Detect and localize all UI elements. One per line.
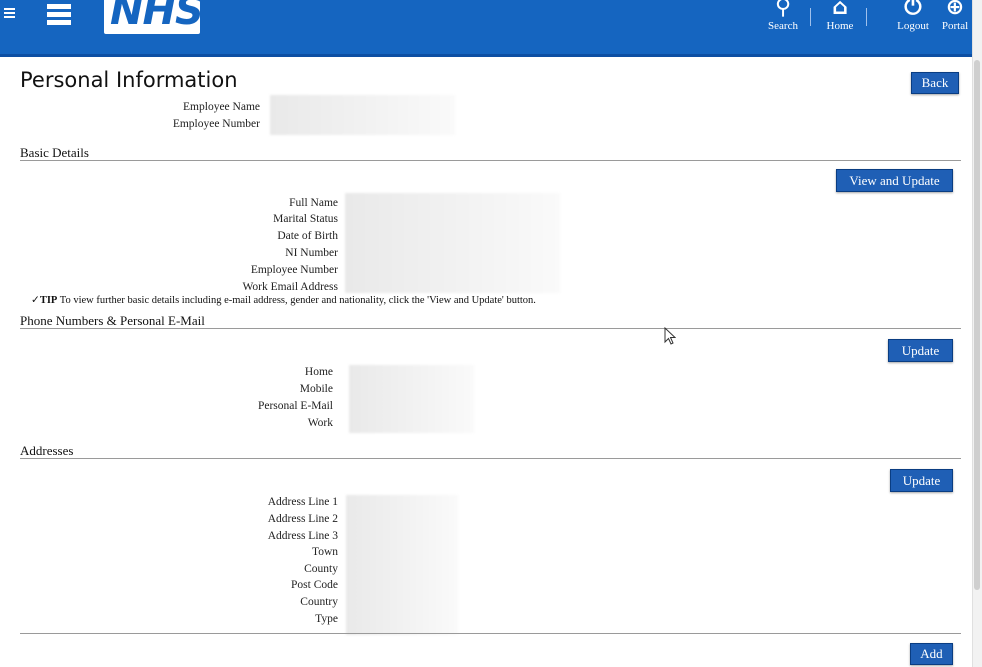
field-label-full-name: Full Name	[289, 197, 338, 209]
portal-label: Portal	[941, 20, 969, 32]
field-label-personal-email: Personal E-Mail	[257, 400, 333, 412]
section-divider	[20, 633, 961, 634]
tip-message: To view further basic details including …	[57, 295, 536, 306]
field-label-date-of-birth: Date of Birth	[277, 230, 338, 242]
home-label: Home	[826, 20, 854, 32]
tip-label: TIP	[39, 295, 58, 306]
redacted-employee-info	[270, 95, 455, 135]
search-label: Search	[768, 20, 798, 32]
search-button[interactable]: ⚲ Search	[763, 0, 803, 40]
nhs-logo[interactable]: NHS	[104, 0, 200, 34]
field-label-address-line-2: Address Line 2	[267, 513, 338, 525]
globe-icon: ⊕	[945, 0, 965, 20]
field-label-employee-number: Employee Number	[250, 264, 338, 276]
field-label-home-phone: Home	[304, 366, 333, 378]
home-icon: ⌂	[832, 0, 848, 20]
address-update-button[interactable]: Update	[890, 469, 953, 492]
nav-divider	[866, 8, 867, 26]
field-label-county: County	[304, 563, 338, 575]
menu-icon[interactable]	[47, 4, 71, 26]
field-label-town: Town	[311, 546, 338, 558]
scrollbar-thumb[interactable]	[974, 60, 980, 590]
search-icon: ⚲	[774, 0, 792, 20]
logout-label: Logout	[897, 20, 929, 32]
power-icon: ⏻	[904, 0, 922, 20]
section-title-basic-details: Basic Details	[20, 145, 89, 160]
field-label-address-line-1: Address Line 1	[267, 496, 338, 508]
redacted-basic-details	[345, 193, 560, 293]
mouse-cursor-icon	[664, 327, 676, 345]
field-label-work-phone: Work	[307, 417, 333, 429]
field-label-mobile: Mobile	[299, 383, 333, 395]
redacted-phone-details	[349, 365, 474, 433]
field-label-address-line-3: Address Line 3	[267, 530, 338, 542]
field-label-type: Type	[315, 613, 338, 625]
redacted-address-details	[346, 495, 458, 635]
add-address-button[interactable]: Add	[910, 643, 953, 665]
small-menu-icon[interactable]	[4, 8, 15, 18]
page-title: Personal Information	[20, 68, 238, 92]
view-and-update-button[interactable]: View and Update	[836, 169, 953, 192]
section-divider	[20, 458, 961, 459]
logout-button[interactable]: ⏻ Logout	[893, 0, 933, 40]
back-button[interactable]: Back	[911, 72, 959, 94]
employee-number-label: Employee Number	[172, 118, 260, 130]
section-divider	[20, 160, 961, 161]
section-divider	[20, 328, 961, 329]
field-label-country: Country	[300, 596, 338, 608]
home-button[interactable]: ⌂ Home	[821, 0, 859, 40]
field-label-post-code: Post Code	[291, 579, 338, 591]
section-title-phone-numbers: Phone Numbers & Personal E-Mail	[20, 313, 205, 328]
top-navigation-bar: NHS ⚲ Search ⌂ Home ⏻ Logout ⊕ Portal	[0, 0, 972, 57]
field-label-marital-status: Marital Status	[273, 213, 338, 225]
logo-text: NHS	[110, 0, 200, 34]
portal-button[interactable]: ⊕ Portal	[938, 0, 972, 40]
employee-name-label: Employee Name	[183, 101, 260, 113]
section-title-addresses: Addresses	[20, 443, 74, 458]
field-label-ni-number: NI Number	[285, 247, 338, 259]
tip-check-icon: ✓	[31, 295, 40, 306]
phone-update-button[interactable]: Update	[888, 339, 953, 362]
tip-text: ✓TIP To view further basic details inclu…	[31, 294, 536, 306]
nav-divider	[810, 8, 811, 26]
